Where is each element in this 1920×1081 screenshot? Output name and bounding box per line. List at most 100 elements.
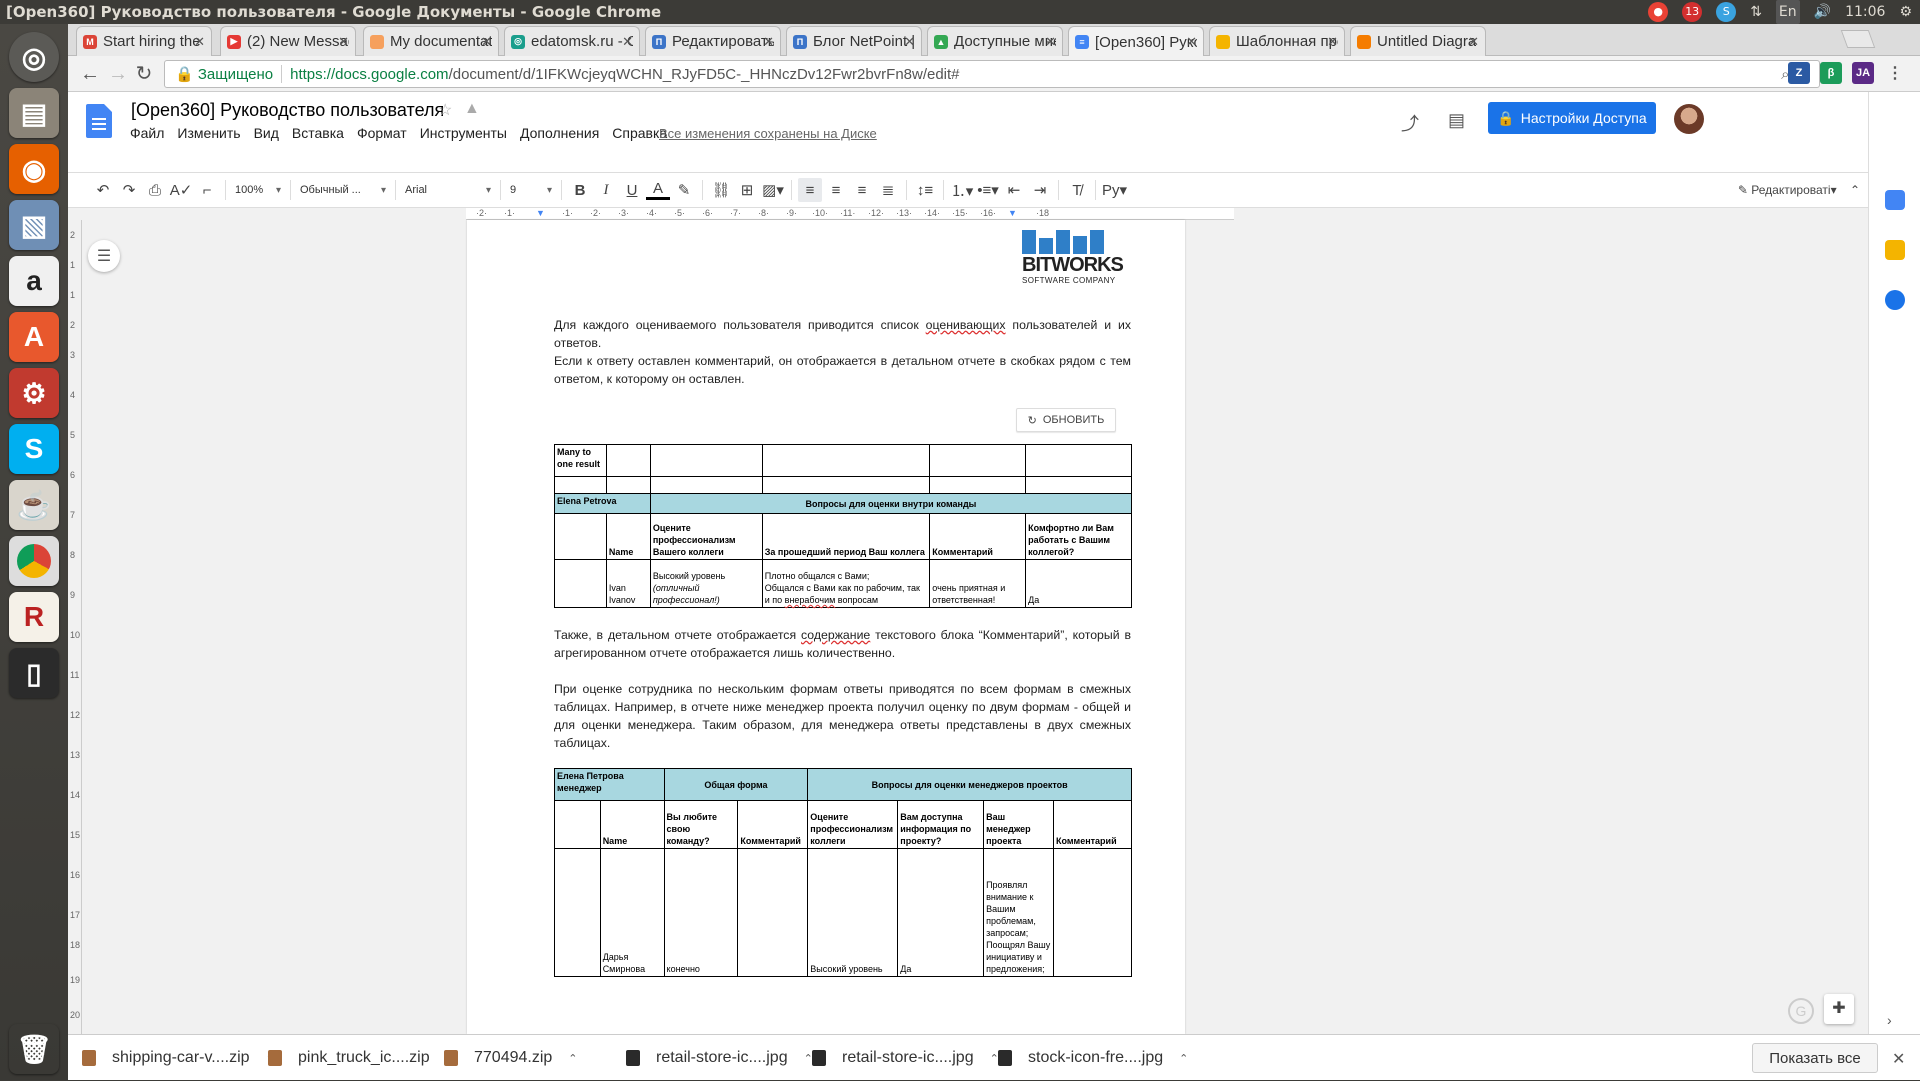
print-icon[interactable]: ⎙ — [143, 178, 167, 202]
activity-dashboard-icon[interactable]: ⤴ — [1401, 110, 1419, 136]
chevron-up-icon[interactable]: ⌃ — [568, 1052, 577, 1065]
menu-item[interactable]: Вид — [254, 125, 279, 141]
ubuntu-dash-icon[interactable]: ◎ — [9, 32, 59, 82]
save-status[interactable]: Все изменения сохранены на Диске — [659, 126, 877, 141]
image-viewer-icon[interactable]: ▧ — [9, 200, 59, 250]
tab-close-icon[interactable]: ✕ — [194, 34, 205, 50]
back-arrow-icon[interactable]: ← — [78, 62, 102, 86]
link-icon[interactable]: ⛓ — [709, 178, 733, 202]
line-spacing-icon[interactable]: ↕≡ — [913, 178, 937, 202]
tab-4[interactable]: П Редактировать ✕ — [645, 26, 781, 56]
rstudio-icon[interactable]: R — [9, 592, 59, 642]
document-title[interactable]: [Open360] Руководство пользователя — [131, 100, 444, 121]
download-item[interactable]: retail-store-ic....jpg ⌃ — [626, 1035, 813, 1081]
comment-add-icon[interactable]: ⊞ — [735, 178, 759, 202]
reload-icon[interactable]: ↻ — [132, 62, 156, 86]
comments-icon[interactable]: ▤ — [1448, 110, 1465, 131]
move-to-folder-icon[interactable]: ▲ — [464, 100, 480, 118]
firefox-icon[interactable]: ◉ — [9, 144, 59, 194]
align-center-icon[interactable]: ≡ — [824, 178, 848, 202]
text-color-icon[interactable]: A — [646, 180, 670, 200]
tab-close-icon[interactable]: ✕ — [338, 34, 349, 50]
volume-icon[interactable]: 🔊 — [1814, 0, 1831, 24]
align-justify-icon[interactable]: ≣ — [876, 178, 900, 202]
expand-panel-icon[interactable]: › — [1887, 1012, 1892, 1028]
align-right-icon[interactable]: ≡ — [850, 178, 874, 202]
redo-icon[interactable]: ↷ — [117, 178, 141, 202]
menu-item[interactable]: Дополнения — [520, 125, 599, 141]
align-left-icon[interactable]: ≡ — [798, 178, 822, 202]
update-button[interactable]: ↻ ОБНОВИТЬ — [1016, 408, 1116, 432]
numbered-list-icon[interactable]: ⒈▾ — [950, 178, 974, 202]
italic-icon[interactable]: I — [594, 178, 618, 202]
clear-formatting-icon[interactable]: T̸ — [1065, 178, 1089, 202]
tab-close-icon[interactable]: ✕ — [1468, 34, 1479, 50]
tab-7[interactable]: ≡ [Open360] Руко ✕ — [1068, 26, 1204, 57]
java-icon[interactable]: ☕ — [9, 480, 59, 530]
show-all-downloads-button[interactable]: Показать все — [1752, 1043, 1878, 1073]
tab-close-icon[interactable]: ✕ — [622, 34, 633, 50]
network-icon[interactable]: ⇅ — [1750, 0, 1762, 24]
chevron-up-icon[interactable]: ⌃ — [1179, 1052, 1188, 1065]
tasks-icon[interactable] — [1885, 290, 1905, 310]
download-item[interactable]: pink_truck_ic....zip⌃ — [268, 1035, 455, 1081]
system-settings-icon[interactable]: ⚙ — [9, 368, 59, 418]
amazon-icon[interactable]: a — [9, 256, 59, 306]
user-avatar[interactable] — [1674, 104, 1704, 134]
font-size-select[interactable]: 9 — [506, 178, 556, 202]
calendar-icon[interactable] — [1885, 190, 1905, 210]
tab-close-icon[interactable]: ✕ — [481, 34, 492, 50]
document-outline-icon[interactable]: ☰ — [88, 240, 120, 272]
tab-5[interactable]: П Блог NetPoint | I ✕ — [786, 26, 922, 56]
tab-close-icon[interactable]: ✕ — [1327, 34, 1338, 50]
underline-icon[interactable]: U — [620, 178, 644, 202]
spellcheck-icon[interactable]: A✓ — [169, 178, 193, 202]
share-button[interactable]: 🔒 Настройки Доступа — [1488, 102, 1656, 134]
download-item[interactable]: 770494.zip ⌃ — [444, 1035, 578, 1081]
tab-close-icon[interactable]: ✕ — [1186, 34, 1197, 50]
highlight-icon[interactable]: ✎ — [672, 178, 696, 202]
paint-format-icon[interactable]: ⌐ — [195, 178, 219, 202]
notification-badge[interactable]: 13 — [1682, 2, 1703, 22]
bold-icon[interactable]: B — [568, 178, 592, 202]
download-item[interactable]: retail-store-ic....jpg ⌃ — [812, 1035, 999, 1081]
font-select[interactable]: Arial — [401, 178, 495, 202]
tab-9[interactable]: Untitled Diagra ✕ — [1350, 26, 1486, 56]
document-page[interactable]: BITWORKS SOFTWARE COMPANY Для каждого оц… — [467, 220, 1185, 1034]
extension-beta-icon[interactable]: β — [1820, 62, 1842, 84]
menu-item[interactable]: Вставка — [292, 125, 344, 141]
bulleted-list-icon[interactable]: •≡▾ — [976, 178, 1000, 202]
tab-close-icon[interactable]: ✕ — [763, 34, 774, 50]
keyboard-layout[interactable]: En — [1775, 0, 1800, 24]
omnibox[interactable]: 🔒 Защищено https://docs.google.com/docum… — [164, 60, 1820, 88]
zoom-select[interactable]: 100% — [231, 178, 285, 202]
extension-ja-icon[interactable]: JA — [1852, 62, 1874, 84]
tab-close-icon[interactable]: ✕ — [1045, 34, 1056, 50]
horizontal-ruler[interactable]: ·2· ·1· ▼ ·1· ·2· ·3· ·4· ·5· ·6· ·7· ·8· ·9· ·10· ·1… — [68, 208, 1920, 220]
menu-item[interactable]: Инструменты — [420, 125, 507, 141]
files-icon[interactable]: ▤ — [9, 88, 59, 138]
grammarly-icon[interactable]: G — [1788, 998, 1814, 1024]
tab-close-icon[interactable]: ✕ — [904, 34, 915, 50]
star-icon[interactable]: ☆ — [438, 100, 452, 120]
menu-item[interactable]: Изменить — [177, 125, 240, 141]
skype-tray-icon[interactable]: S — [1716, 2, 1737, 22]
chrome-menu-icon[interactable]: ⋮ — [1884, 62, 1906, 84]
increase-indent-icon[interactable]: ⇥ — [1028, 178, 1052, 202]
tab-1[interactable]: ▶ (2) New Message✕ — [220, 26, 356, 56]
tab-2[interactable]: My documentati ✕ — [363, 26, 499, 56]
chrome-tray-icon[interactable]: ● — [1648, 2, 1669, 22]
docs-logo-icon[interactable] — [86, 104, 112, 138]
style-select[interactable]: Обычный ... — [296, 178, 390, 202]
tab-8[interactable]: Шаблонная пре ✕ — [1209, 26, 1345, 56]
clock[interactable]: 11:06 — [1845, 0, 1885, 24]
keep-icon[interactable] — [1885, 240, 1905, 260]
explore-icon[interactable]: ✚ — [1824, 994, 1854, 1024]
vertical-ruler[interactable]: 2 1 1 2 3 4 5 6 7 8 9 10 11 12 13 14 15 16 17 18 19 20 — [68, 220, 82, 1034]
forward-arrow-icon[interactable]: → — [106, 62, 130, 86]
tab-0[interactable]: M Start hiring the r ✕ — [76, 26, 212, 56]
tab-3[interactable]: ◎ edatomsk.ru - Ch✕ — [504, 26, 640, 56]
close-icon[interactable]: ✕ — [1892, 1049, 1905, 1069]
tab-6[interactable]: ▲ Доступные мне ✕ — [927, 26, 1063, 56]
menu-item[interactable]: Файл — [130, 125, 164, 141]
